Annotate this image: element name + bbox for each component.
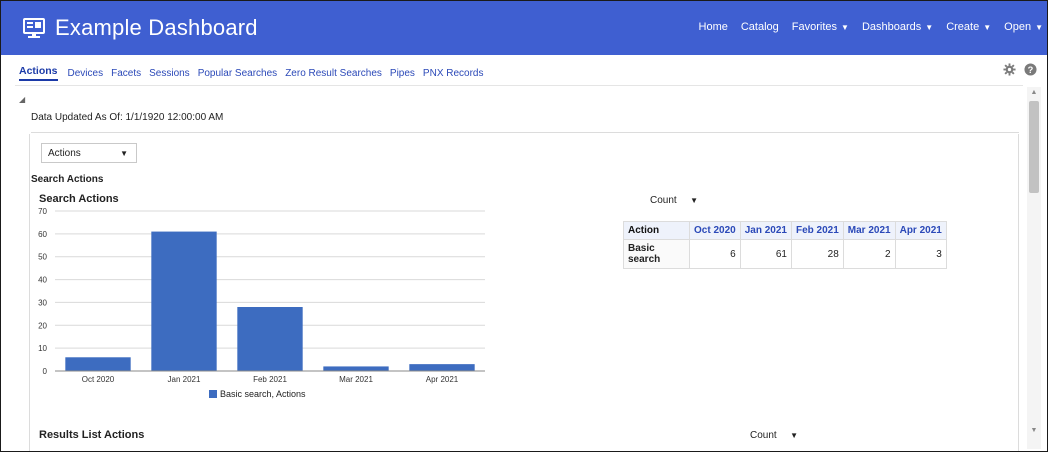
nav-label: Home [698,21,728,33]
column-header[interactable]: Mar 2021 [842,221,896,240]
chevron-down-icon: ▼ [1035,23,1043,32]
pivot-table: Action Oct 2020 Jan 2021 Feb 2021 Mar 2021 Ap… [623,221,947,269]
bar[interactable] [323,366,389,371]
section-label: Search Actions [31,174,104,185]
bar[interactable] [151,231,217,371]
tab-devices[interactable]: Devices [68,68,104,79]
legend-swatch [209,390,217,398]
app-window: Example Dashboard Home Catalog Favorites ▼ D… [0,0,1048,452]
top-nav: Home Catalog Favorites ▼ Dashboards ▼ Create ▼ O… [686,21,1043,33]
table-cell: 6 [689,239,741,269]
tab-sessions[interactable]: Sessions [149,68,190,79]
results-list-label: Results List Actions [39,429,145,441]
y-tick-label: 10 [38,344,47,353]
x-tick-label: Mar 2021 [339,375,373,384]
y-tick-label: 20 [38,321,47,330]
nav-catalog[interactable]: Catalog [741,21,779,33]
bar[interactable] [65,357,131,371]
column-header[interactable]: Apr 2021 [894,221,947,240]
y-tick-label: 70 [38,207,47,216]
y-tick-label: 60 [38,230,47,239]
tab-toolbar: ? [1003,63,1037,76]
column-header[interactable]: Oct 2020 [689,221,741,240]
view-selector-value: Actions [48,147,81,159]
y-tick-label: 0 [43,367,48,376]
chevron-down-icon: ▼ [790,431,798,440]
row-header-cell: Action [623,221,690,240]
column-header[interactable]: Jan 2021 [739,221,792,240]
gear-icon[interactable] [1003,63,1016,76]
scroll-down-icon[interactable]: ▼ [1027,427,1041,439]
row-label: Basic search [623,239,690,269]
tab-popular-searches[interactable]: Popular Searches [198,68,278,79]
tab-actions[interactable]: Actions [19,65,58,81]
table-row: Basic search 6 61 28 2 3 [623,239,947,269]
table-cell: 2 [842,239,896,269]
y-tick-label: 50 [38,253,47,262]
brand[interactable]: Example Dashboard [23,12,258,44]
tab-zero-result-searches[interactable]: Zero Result Searches [285,68,382,79]
chevron-down-icon: ▼ [983,23,992,32]
measure-selector[interactable]: Count ▼ [643,190,707,210]
data-updated-text: Data Updated As Of: 1/1/1920 12:00:00 AM [31,112,224,123]
nav-label: Catalog [740,21,779,33]
chart-legend: Basic search, Actions [209,389,306,399]
table-cell: 28 [790,239,844,269]
svg-text:?: ? [1028,65,1034,75]
tab-bar: Actions Devices Facets Sessions Popular Sear… [19,65,492,81]
nav-open[interactable]: Open ▼ [1004,21,1043,33]
nav-create[interactable]: Create ▼ [946,21,991,33]
nav-label: Open [1004,21,1032,33]
nav-label: Favorites [791,21,838,33]
chevron-down-icon: ▼ [925,23,934,32]
x-tick-label: Apr 2021 [426,375,459,384]
view-selector[interactable]: Actions ▼ [41,143,137,163]
section-divider [31,132,1019,133]
x-tick-label: Jan 2021 [168,375,201,384]
search-actions-chart: 0 10 20 30 40 50 60 70 Oct 2020 Jan 2021 Feb 2021 M… [38,207,485,384]
y-tick-label: 30 [38,298,47,307]
monitor-icon [23,18,45,38]
nav-favorites[interactable]: Favorites ▼ [792,21,849,33]
vertical-scrollbar[interactable]: ▲ ▼ [1027,87,1041,449]
measure-selector-value: Count [650,194,677,206]
scroll-thumb[interactable] [1029,101,1039,193]
results-measure-selector[interactable]: Count ▼ [743,425,807,445]
chevron-down-icon: ▼ [690,196,698,205]
help-icon[interactable]: ? [1024,63,1037,76]
tab-pnx-records[interactable]: PNX Records [423,68,484,79]
tab-pipes[interactable]: Pipes [390,68,415,79]
collapse-toggle[interactable]: ◢ [19,95,25,104]
x-tick-label: Oct 2020 [82,375,115,384]
nav-label: Dashboards [861,21,922,33]
header-bar: Example Dashboard Home Catalog Favorites ▼ D… [1,1,1047,55]
legend-label: Basic search, Actions [220,389,306,399]
results-measure-value: Count [750,429,777,441]
tab-facets[interactable]: Facets [111,68,141,79]
x-tick-label: Feb 2021 [253,375,287,384]
y-tick-label: 40 [38,276,47,285]
table-cell: 61 [739,239,792,269]
chevron-down-icon: ▼ [120,149,128,158]
scroll-up-icon[interactable]: ▲ [1027,89,1041,101]
chevron-down-icon: ▼ [841,23,849,32]
nav-home[interactable]: Home [699,21,728,33]
table-cell: 3 [894,239,947,269]
bar[interactable] [237,307,303,371]
bar[interactable] [409,364,475,371]
nav-label: Create [946,21,980,33]
table-header-row: Action Oct 2020 Jan 2021 Feb 2021 Mar 2021 Ap… [623,221,947,240]
app-title: Example Dashboard [55,15,258,40]
column-header[interactable]: Feb 2021 [790,221,844,240]
nav-dashboards[interactable]: Dashboards ▼ [862,21,933,33]
